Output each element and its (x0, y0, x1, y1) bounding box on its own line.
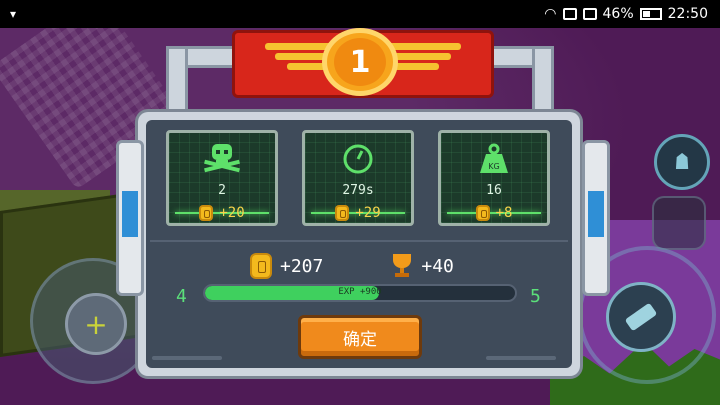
stat-card-kills: 2 +20 (166, 130, 278, 226)
panel-post-left (116, 140, 144, 296)
skill-button[interactable]: ☗ (654, 134, 710, 190)
coin-icon (475, 205, 490, 221)
character-icon: ☗ (675, 149, 689, 175)
clock-icon (305, 141, 411, 177)
panel-decor (486, 356, 556, 360)
exp-label: EXP +900 (338, 287, 382, 297)
exp-bar: EXP +900 (203, 284, 517, 302)
panel-decor (152, 356, 222, 360)
pipe (166, 46, 188, 114)
notification-icon: ▾ (10, 7, 17, 21)
rank-number: 1 (334, 38, 386, 86)
confirm-button[interactable]: 确定 (298, 315, 422, 359)
sim2-icon (582, 8, 597, 20)
battery-percent: 46% (602, 6, 634, 22)
total-trophy: +40 (421, 255, 454, 277)
reward-totals: +207 +40 (250, 252, 480, 280)
stat-card-weight: KG 16 +8 (438, 130, 550, 226)
rank-badge: 1 (322, 28, 398, 96)
time-reward-value: +29 (355, 205, 381, 221)
coin-icon (250, 253, 272, 279)
kills-reward-value: +20 (219, 205, 245, 221)
weapon-swap-button[interactable] (652, 196, 706, 250)
kills-value: 2 (218, 183, 226, 198)
status-bar: ▾ ◠ 46% 22:50 (0, 0, 720, 28)
stat-card-time: 279s +29 (302, 130, 414, 226)
weight-reward-value: +8 (495, 205, 513, 221)
clock-time: 22:50 (667, 6, 708, 22)
panel-post-right (582, 140, 610, 296)
divider (150, 240, 568, 242)
skull-icon (169, 141, 275, 177)
sim-icon (562, 8, 577, 20)
coin-icon (335, 205, 350, 221)
wifi-icon: ◠ (544, 6, 557, 22)
battery-icon (639, 8, 662, 20)
time-value: 279s (342, 183, 374, 198)
fire-button[interactable] (606, 282, 676, 352)
kills-reward: +20 (169, 203, 275, 223)
gun-icon (624, 302, 658, 332)
weight-icon: KG (441, 141, 547, 177)
level-next: 5 (530, 286, 541, 307)
pipe (532, 46, 554, 114)
time-reward: +29 (305, 203, 411, 223)
level-current: 4 (176, 286, 187, 307)
svg-text:KG: KG (488, 162, 499, 171)
total-coins: +207 (280, 255, 324, 277)
coin-icon (199, 205, 214, 221)
weight-value: 16 (486, 183, 502, 198)
joystick-knob[interactable]: + (65, 293, 127, 355)
trophy-icon (391, 254, 413, 278)
weight-reward: +8 (441, 203, 547, 223)
